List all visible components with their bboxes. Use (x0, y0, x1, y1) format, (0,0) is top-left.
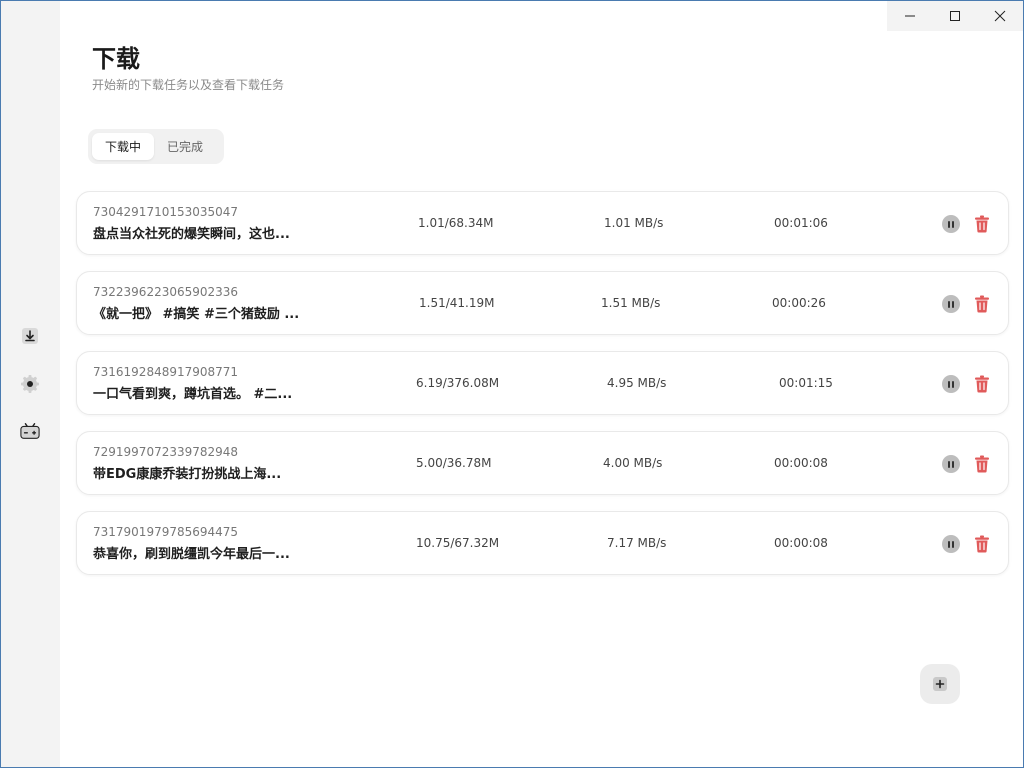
video-title: 盘点当众社死的爆笑瞬间，这也... (93, 227, 290, 242)
minimize-icon (904, 15, 915, 17)
tab-completed[interactable]: 已完成 (154, 133, 216, 160)
pause-button[interactable] (942, 215, 960, 233)
download-progress: 1.51/41.19M (419, 296, 495, 310)
pause-icon (947, 460, 955, 468)
delete-button[interactable] (973, 534, 991, 554)
trash-icon (975, 215, 989, 233)
delete-button[interactable] (973, 454, 991, 474)
add-download-button[interactable] (920, 664, 960, 704)
window-controls (887, 1, 1023, 31)
app-window: 下载 开始新的下载任务以及查看下载任务 下载中 已完成 730429171015… (1, 1, 1023, 767)
download-speed: 1.01 MB/s (604, 216, 664, 230)
remaining-time: 00:00:26 (772, 296, 826, 310)
trash-icon (975, 455, 989, 473)
download-speed: 4.00 MB/s (603, 456, 663, 470)
delete-button[interactable] (973, 214, 991, 234)
maximize-icon (949, 11, 960, 21)
pause-icon (947, 540, 955, 548)
download-list: 7304291710153035047 盘点当众社死的爆笑瞬间，这也... 1.… (76, 191, 1009, 591)
sidebar-item-settings[interactable] (20, 374, 40, 394)
plus-icon (933, 677, 947, 691)
video-title: 恭喜你，刷到脱缰凯今年最后一... (93, 547, 290, 562)
remaining-time: 00:00:08 (774, 456, 828, 470)
settings-gear-icon (21, 375, 39, 393)
video-id: 7322396223065902336 (93, 285, 239, 299)
pause-icon (947, 300, 955, 308)
download-progress: 1.01/68.34M (418, 216, 494, 230)
video-id: 7316192848917908771 (93, 365, 239, 379)
minimize-button[interactable] (887, 1, 932, 31)
remaining-time: 00:00:08 (774, 536, 828, 550)
download-speed: 7.17 MB/s (607, 536, 667, 550)
video-id: 7304291710153035047 (93, 205, 239, 219)
sidebar-item-downloads[interactable] (20, 326, 40, 346)
page-subtitle: 开始新的下载任务以及查看下载任务 (92, 78, 285, 92)
video-id: 7291997072339782948 (93, 445, 239, 459)
download-progress: 10.75/67.32M (416, 536, 500, 550)
download-speed: 4.95 MB/s (607, 376, 667, 390)
download-progress: 5.00/36.78M (416, 456, 492, 470)
download-item: 7304291710153035047 盘点当众社死的爆笑瞬间，这也... 1.… (76, 191, 1009, 255)
pause-icon (947, 380, 955, 388)
close-button[interactable] (977, 1, 1022, 31)
pause-button[interactable] (942, 375, 960, 393)
sidebar-item-bilibili[interactable] (20, 421, 40, 441)
download-progress: 6.19/376.08M (416, 376, 500, 390)
pause-icon (947, 220, 955, 228)
download-icon (22, 328, 38, 344)
page-title: 下载 (92, 45, 140, 73)
pause-button[interactable] (942, 535, 960, 553)
download-item: 7291997072339782948 带EDG康康乔装打扮挑战上海... 5.… (76, 431, 1009, 495)
download-item: 7317901979785694475 恭喜你，刷到脱缰凯今年最后一... 10… (76, 511, 1009, 575)
trash-icon (975, 375, 989, 393)
delete-button[interactable] (973, 294, 991, 314)
sidebar (1, 1, 60, 767)
download-speed: 1.51 MB/s (601, 296, 661, 310)
remaining-time: 00:01:15 (779, 376, 833, 390)
video-title: 一口气看到爽，蹲坑首选。 #二... (93, 387, 293, 402)
download-item: 7322396223065902336 《就一把》 #搞笑 #三个猪鼓励 ...… (76, 271, 1009, 335)
pause-button[interactable] (942, 455, 960, 473)
video-id: 7317901979785694475 (93, 525, 239, 539)
delete-button[interactable] (973, 374, 991, 394)
video-title: 带EDG康康乔装打扮挑战上海... (93, 467, 282, 482)
pause-button[interactable] (942, 295, 960, 313)
bilibili-icon (20, 423, 40, 439)
close-icon (994, 10, 1005, 22)
trash-icon (975, 535, 989, 553)
download-item: 7316192848917908771 一口气看到爽，蹲坑首选。 #二... 6… (76, 351, 1009, 415)
video-title: 《就一把》 #搞笑 #三个猪鼓励 ... (93, 307, 300, 322)
remaining-time: 00:01:06 (774, 216, 828, 230)
trash-icon (975, 295, 989, 313)
tab-downloading[interactable]: 下载中 (92, 133, 155, 160)
tab-bar: 下载中 已完成 (88, 129, 224, 164)
maximize-button[interactable] (932, 1, 977, 31)
